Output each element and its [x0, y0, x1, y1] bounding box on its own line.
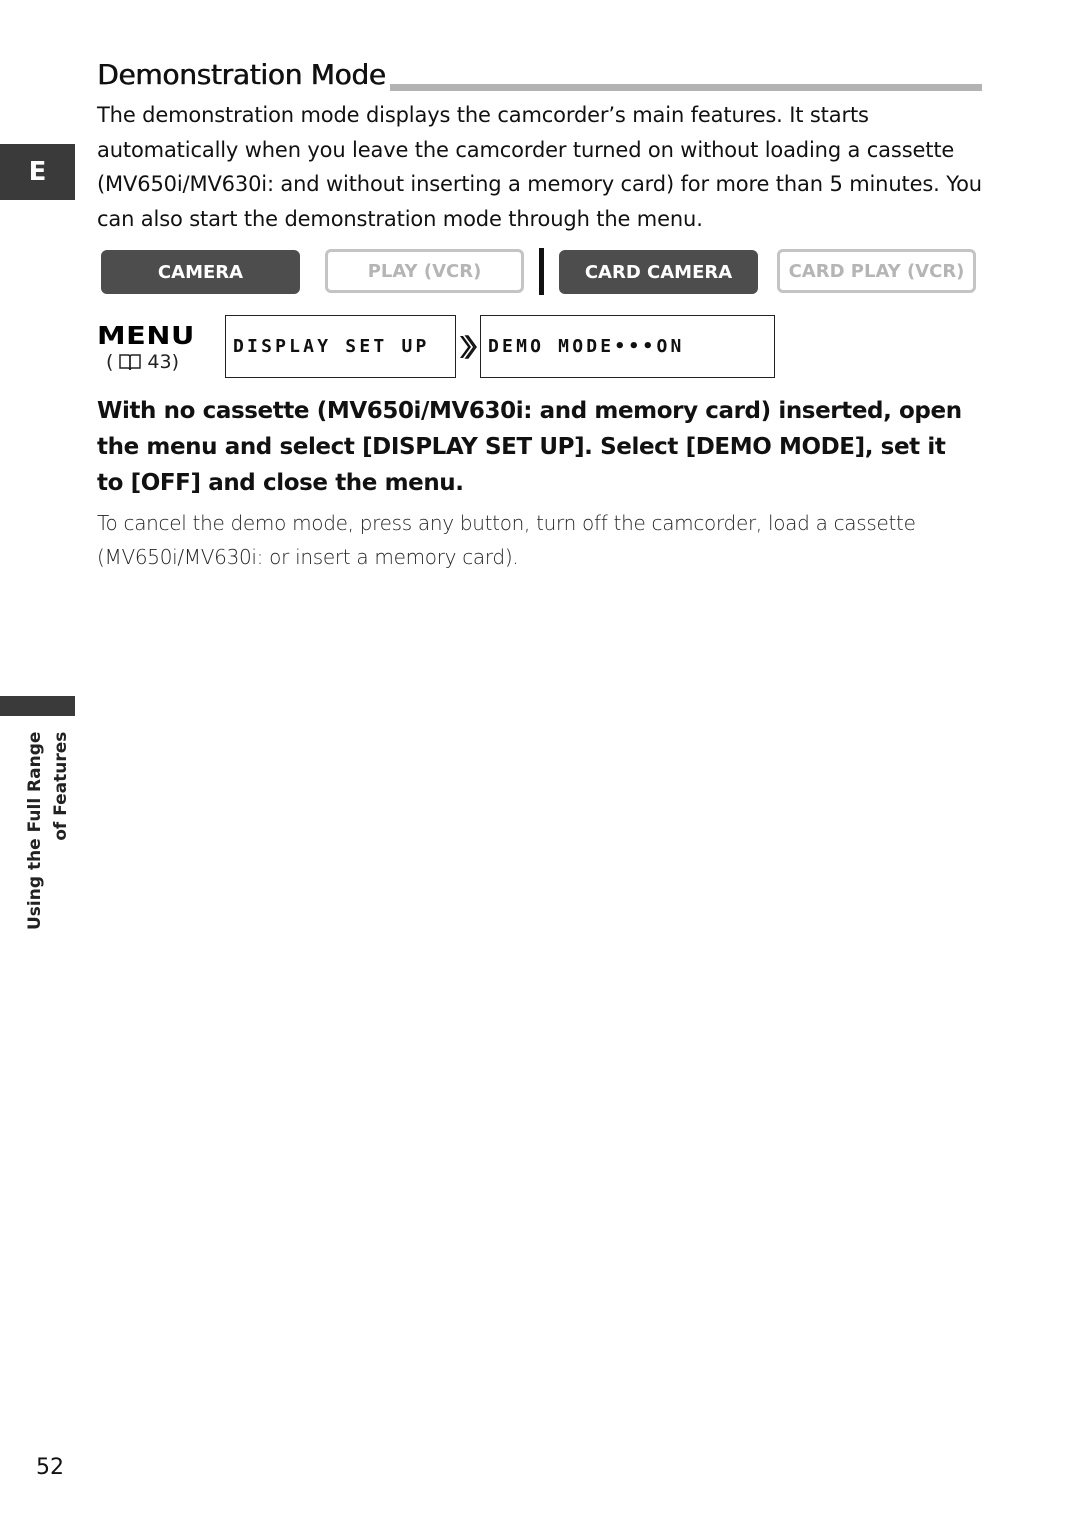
ref-page-number: 43) — [147, 351, 180, 373]
menu-logo: MENU — [97, 321, 195, 350]
section-label: Using the Full Range of Features — [22, 732, 74, 930]
section-bar — [0, 696, 75, 716]
section-label-line-1: Using the Full Range — [25, 731, 45, 930]
mode-play-vcr: PLAY (VCR) — [325, 249, 524, 293]
language-tab: E — [0, 144, 75, 200]
menu-page-reference: ( 43) — [106, 351, 179, 373]
mode-card-camera: CARD CAMERA — [559, 250, 758, 294]
page-title: Demonstration Mode — [97, 58, 390, 91]
mode-card-play-vcr: CARD PLAY (VCR) — [777, 249, 976, 293]
mode-camera: CAMERA — [101, 250, 300, 294]
book-icon — [119, 354, 142, 371]
ref-open-paren: ( — [106, 351, 114, 373]
intro-paragraph: The demonstration mode displays the camc… — [97, 103, 982, 231]
menu-path-display-set-up: DISPLAY SET UP — [225, 315, 456, 378]
cancel-note: To cancel the demo mode, press any butto… — [97, 511, 916, 569]
menu-path-demo-mode: DEMO MODE•••ON — [480, 315, 775, 378]
double-chevron-right-icon — [460, 335, 477, 359]
instruction-text: With no cassette (MV650i/MV630i: and mem… — [97, 398, 962, 496]
page-number: 52 — [36, 1455, 64, 1480]
mode-divider — [539, 248, 544, 295]
section-label-line-2: of Features — [51, 731, 71, 841]
